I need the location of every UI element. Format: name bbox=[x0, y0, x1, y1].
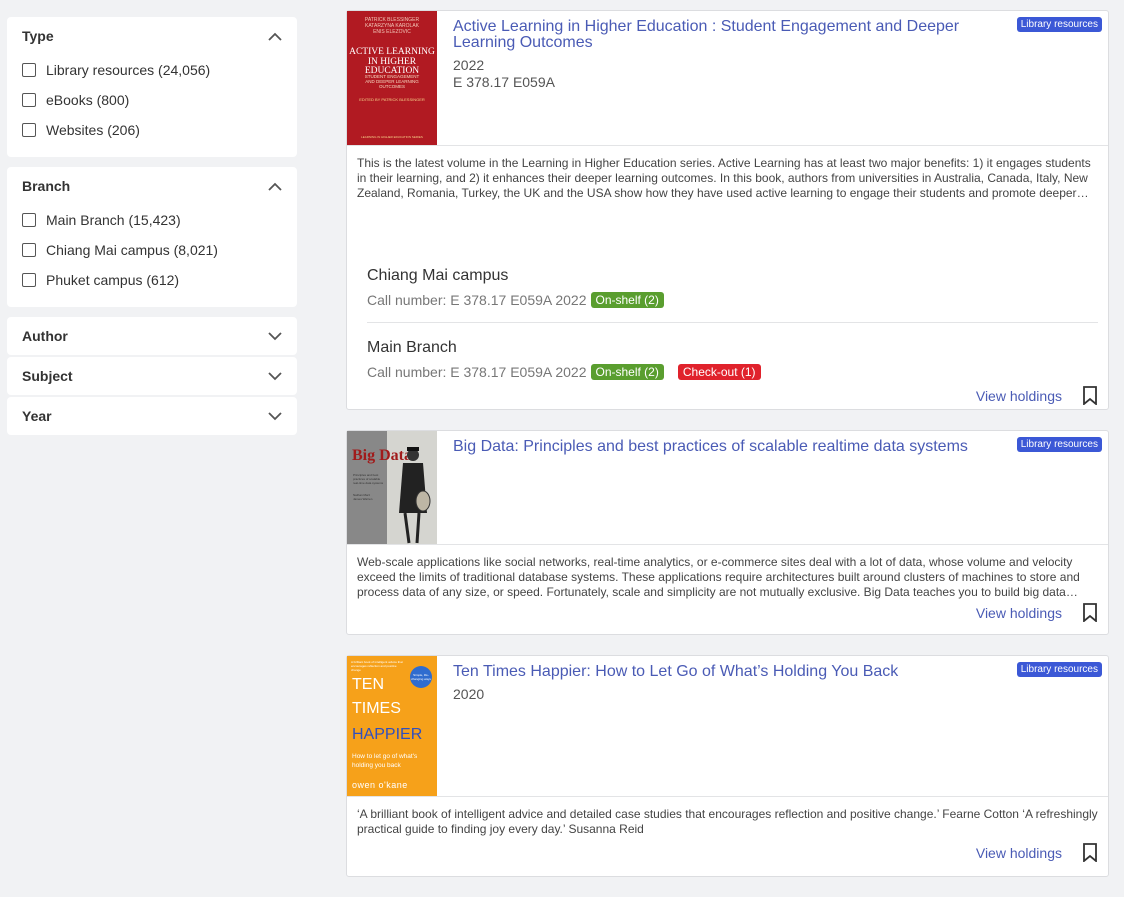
cover-series: LEARNING IN HIGHER EDUCATION SERIES bbox=[361, 135, 423, 139]
facet-option-label: Websites (206) bbox=[46, 122, 140, 138]
bookmark-icon[interactable] bbox=[1082, 843, 1098, 862]
holding-branch: Chiang Mai campus bbox=[367, 267, 509, 284]
facet-option[interactable]: Library resources (24,056) bbox=[22, 55, 282, 85]
facet-option[interactable]: Main Branch (15,423) bbox=[22, 205, 282, 235]
cover-subtitle: Principles and best practices of scalabl… bbox=[353, 473, 384, 485]
checkbox[interactable] bbox=[22, 243, 36, 257]
cover-author: Nathan Marz James Warren bbox=[353, 493, 373, 501]
holding-main-branch: Main Branch Call number: E 378.17 E059A … bbox=[347, 339, 1108, 380]
checkbox[interactable] bbox=[22, 63, 36, 77]
facet-branch: Branch Main Branch (15,423) Chiang Mai c… bbox=[7, 167, 297, 307]
holding-call-number: Call number: E 378.17 E059A 2022 bbox=[367, 364, 587, 380]
facet-option-label: Main Branch (15,423) bbox=[46, 212, 181, 228]
bookmark-icon[interactable] bbox=[1082, 603, 1098, 622]
divider bbox=[367, 322, 1098, 323]
checkbox[interactable] bbox=[22, 213, 36, 227]
holding-chiang-mai: Chiang Mai campus Call number: E 378.17 … bbox=[347, 267, 1108, 308]
facet-option[interactable]: eBooks (800) bbox=[22, 85, 282, 115]
cover-title-line: TEN bbox=[352, 676, 384, 693]
chevron-down-icon[interactable] bbox=[268, 369, 282, 383]
result-card: Big Data Principles and best practices o… bbox=[346, 430, 1109, 635]
facet-title: Subject bbox=[22, 368, 73, 384]
chevron-down-icon[interactable] bbox=[268, 409, 282, 423]
cover-subtitle: How to let go of what's holding you back bbox=[352, 753, 418, 769]
facet-title: Type bbox=[22, 28, 54, 44]
facet-option-label: eBooks (800) bbox=[46, 92, 130, 108]
resource-type-badge: Library resources bbox=[1016, 662, 1102, 677]
facet-year: Year bbox=[7, 397, 297, 435]
checkbox[interactable] bbox=[22, 93, 36, 107]
cover-circle-badge: Simple, life-changing ways bbox=[410, 666, 432, 688]
cover-title: ACTIVE LEARNING IN HIGHER EDUCATION bbox=[349, 47, 435, 76]
cover-editor: EDITED BY PATRICK BLESSINGER bbox=[359, 97, 425, 102]
facet-option[interactable]: Websites (206) bbox=[22, 115, 282, 145]
facet-option-label: Chiang Mai campus (8,021) bbox=[46, 242, 218, 258]
cover-title-line: TIMES bbox=[352, 700, 401, 717]
book-cover[interactable]: PATRICK BLESSINGER KATARZYNA KAROLAK ENI… bbox=[347, 11, 437, 145]
cover-tagline: A brilliant book of intelligent advice t… bbox=[351, 660, 403, 672]
status-badge-onshelf: On-shelf (2) bbox=[590, 292, 664, 308]
book-cover[interactable]: Big Data Principles and best practices o… bbox=[347, 431, 437, 544]
result-title[interactable]: Ten Times Happier: How to Let Go of What… bbox=[453, 664, 1018, 680]
facet-title: Author bbox=[22, 328, 68, 344]
facet-author-header[interactable]: Author bbox=[7, 317, 297, 355]
facet-title: Branch bbox=[22, 178, 71, 194]
result-card: PATRICK BLESSINGER KATARZYNA KAROLAK ENI… bbox=[346, 10, 1109, 410]
facet-type: Type Library resources (24,056) eBooks (… bbox=[7, 17, 297, 157]
holding-call-number: Call number: E 378.17 E059A 2022 bbox=[367, 292, 587, 308]
cover-illustration bbox=[399, 447, 431, 544]
bookmark-icon[interactable] bbox=[1082, 386, 1098, 405]
results-list: PATRICK BLESSINGER KATARZYNA KAROLAK ENI… bbox=[346, 10, 1109, 897]
filter-sidebar: Type Library resources (24,056) eBooks (… bbox=[7, 17, 297, 437]
view-holdings-link[interactable]: View holdings bbox=[976, 845, 1062, 861]
facet-type-header[interactable]: Type bbox=[7, 17, 297, 55]
resource-type-badge: Library resources bbox=[1016, 437, 1102, 452]
facet-option[interactable]: Chiang Mai campus (8,021) bbox=[22, 235, 282, 265]
result-title[interactable]: Active Learning in Higher Education : St… bbox=[453, 19, 1018, 51]
facet-option[interactable]: Phuket campus (612) bbox=[22, 265, 282, 295]
cover-title-line: HAPPIER bbox=[352, 726, 423, 743]
result-year: 2020 bbox=[453, 686, 485, 702]
chevron-up-icon[interactable] bbox=[268, 29, 282, 43]
result-description: ‘A brilliant book of intelligent advice … bbox=[357, 807, 1098, 836]
result-year: 2022 bbox=[453, 57, 485, 73]
status-badge-checkout: Check-out (1) bbox=[677, 364, 761, 380]
checkbox[interactable] bbox=[22, 123, 36, 137]
facet-option-label: Phuket campus (612) bbox=[46, 272, 180, 288]
facet-author: Author bbox=[7, 317, 297, 355]
holding-branch: Main Branch bbox=[367, 339, 457, 356]
facet-title: Year bbox=[22, 408, 52, 424]
facet-year-header[interactable]: Year bbox=[7, 397, 297, 435]
result-description: Web-scale applications like social netwo… bbox=[357, 555, 1080, 599]
result-card: A brilliant book of intelligent advice t… bbox=[346, 655, 1109, 877]
facet-subject: Subject bbox=[7, 357, 297, 395]
status-badge-onshelf: On-shelf (2) bbox=[590, 364, 664, 380]
book-cover[interactable]: A brilliant book of intelligent advice t… bbox=[347, 656, 437, 796]
result-description: This is the latest volume in the Learnin… bbox=[357, 156, 1091, 200]
view-holdings-link[interactable]: View holdings bbox=[976, 605, 1062, 621]
facet-branch-header[interactable]: Branch bbox=[7, 167, 297, 205]
view-holdings-link[interactable]: View holdings bbox=[976, 388, 1062, 404]
chevron-down-icon[interactable] bbox=[268, 329, 282, 343]
resource-type-badge: Library resources bbox=[1016, 17, 1102, 32]
result-call-number: E 378.17 E059A bbox=[453, 74, 555, 90]
result-title[interactable]: Big Data: Principles and best practices … bbox=[453, 439, 1018, 455]
checkbox[interactable] bbox=[22, 273, 36, 287]
cover-subtitle: STUDENT ENGAGEMENT AND DEEPER LEARNING O… bbox=[364, 74, 420, 89]
facet-option-label: Library resources (24,056) bbox=[46, 62, 211, 78]
cover-authors: PATRICK BLESSINGER KATARZYNA KAROLAK ENI… bbox=[364, 17, 420, 35]
facet-subject-header[interactable]: Subject bbox=[7, 357, 297, 395]
cover-author: owen o'kane bbox=[352, 780, 408, 790]
chevron-up-icon[interactable] bbox=[268, 179, 282, 193]
